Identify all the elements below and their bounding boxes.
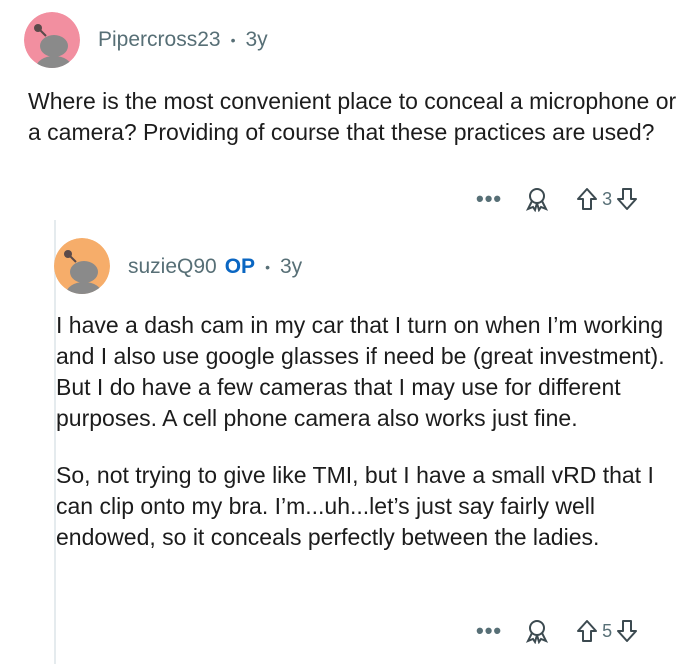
separator-dot: • <box>265 259 270 275</box>
comment-meta: Pipercross23 • 3y <box>98 28 268 52</box>
comment-paragraph: Where is the most convenient place to co… <box>28 88 677 145</box>
comment-meta: suzieQ90 OP • 3y <box>128 255 302 279</box>
upvote-icon[interactable] <box>576 187 598 211</box>
op-badge: OP <box>224 255 256 278</box>
avatar[interactable] <box>24 12 80 68</box>
comment-paragraph: I have a dash cam in my car that I turn … <box>56 312 665 431</box>
vote-count: 3 <box>602 188 613 209</box>
vote-count: 5 <box>602 620 613 641</box>
downvote-icon[interactable] <box>616 619 638 643</box>
comment-body: I have a dash cam in my car that I turn … <box>56 310 676 553</box>
avatar[interactable] <box>54 238 110 294</box>
comment-age: 3y <box>279 255 303 278</box>
upvote-icon[interactable] <box>576 619 598 643</box>
more-options-button[interactable]: ••• <box>476 188 502 210</box>
award-icon[interactable] <box>524 618 550 644</box>
comment-body: Where is the most convenient place to co… <box>28 86 678 148</box>
downvote-icon[interactable] <box>616 187 638 211</box>
comment-age: 3y <box>245 28 268 51</box>
award-icon[interactable] <box>524 186 550 212</box>
username-link[interactable]: Pipercross23 <box>98 28 221 52</box>
separator-dot: • <box>230 32 236 48</box>
comment-actions: ••• 3 <box>476 186 638 212</box>
comment-actions: ••• 5 <box>476 618 638 644</box>
username-link[interactable]: suzieQ90 <box>128 255 217 279</box>
comment-paragraph: So, not trying to give like TMI, but I h… <box>56 462 654 550</box>
more-options-button[interactable]: ••• <box>476 620 502 642</box>
